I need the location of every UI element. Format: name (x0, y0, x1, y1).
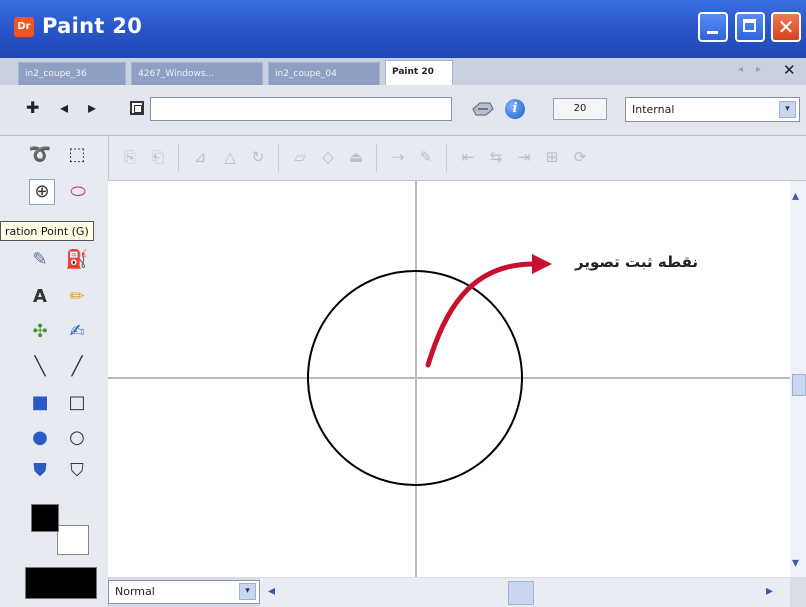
annotation-label: نقطه ثبت تصویر (575, 253, 698, 271)
blend-mode-value: Normal (115, 585, 155, 598)
horizontal-scroll-thumb[interactable] (508, 581, 534, 605)
scroll-down-icon[interactable]: ▾ (792, 555, 799, 571)
blend-mode-select[interactable]: Normal ▾ (108, 580, 260, 604)
canvas-drawing (108, 181, 790, 577)
chevron-down-icon[interactable]: ▾ (239, 583, 256, 600)
annotation-arrow-line (425, 261, 535, 368)
scroll-right-icon[interactable]: ▸ (766, 583, 773, 599)
scroll-up-icon[interactable]: ▴ (792, 188, 799, 204)
scroll-left-icon[interactable]: ◂ (268, 583, 275, 599)
paint-window: Dr Paint 20 ✕ in2_coupe_36 4267_Windows.… (0, 0, 806, 607)
annotation-arrow-head (532, 254, 552, 274)
vertical-scroll-thumb[interactable] (792, 374, 806, 396)
